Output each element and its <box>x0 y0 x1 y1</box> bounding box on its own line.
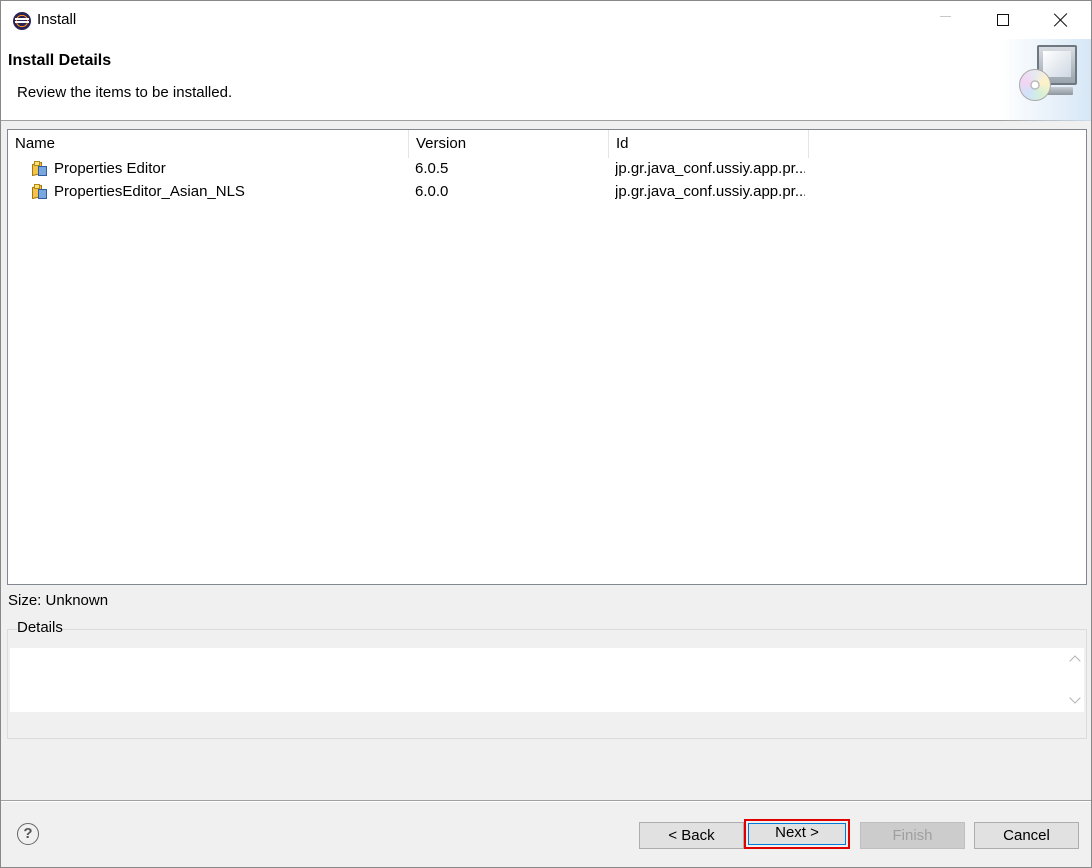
column-header-name[interactable]: Name <box>8 130 409 158</box>
cancel-button[interactable]: Cancel <box>974 822 1079 849</box>
wizard-header: Install Details Review the items to be i… <box>1 39 1091 121</box>
eclipse-icon <box>13 12 31 30</box>
feature-icon <box>32 161 48 177</box>
table-header: Name Version Id <box>8 130 1086 158</box>
close-icon <box>1054 13 1068 27</box>
install-items-table[interactable]: Name Version Id Properties Editor 6.0.5 … <box>7 129 1087 585</box>
size-label: Size: Unknown <box>8 592 109 609</box>
back-button[interactable]: < Back <box>639 822 744 849</box>
minimize-icon <box>939 15 951 17</box>
item-name: Properties Editor <box>54 160 166 177</box>
install-dialog: Install Install Details Review the items… <box>0 0 1092 868</box>
footer-separator <box>1 800 1091 801</box>
scroll-down-button[interactable] <box>1067 692 1083 708</box>
column-header-version[interactable]: Version <box>409 130 609 158</box>
item-name: PropertiesEditor_Asian_NLS <box>54 183 245 200</box>
page-description: Review the items to be installed. <box>17 84 233 101</box>
window-title: Install <box>37 11 77 28</box>
page-title: Install Details <box>8 52 112 69</box>
item-version: 6.0.0 <box>415 183 449 200</box>
details-text-area[interactable] <box>10 648 1084 712</box>
table-row[interactable]: Properties Editor 6.0.5 jp.gr.java_conf.… <box>8 157 1086 180</box>
maximize-icon <box>997 14 1009 26</box>
close-button[interactable] <box>1032 1 1090 39</box>
details-label: Details <box>17 619 63 636</box>
next-button[interactable]: Next > <box>744 819 850 849</box>
maximize-button[interactable] <box>974 1 1032 39</box>
item-version: 6.0.5 <box>415 160 449 177</box>
minimize-button[interactable] <box>916 1 974 39</box>
install-computer-icon <box>1015 43 1091 105</box>
chevron-down-icon <box>1069 692 1081 704</box>
finish-button: Finish <box>860 822 965 849</box>
help-icon[interactable]: ? <box>17 823 39 845</box>
column-header-id[interactable]: Id <box>609 130 809 158</box>
chevron-up-icon <box>1069 655 1081 667</box>
feature-icon <box>32 184 48 200</box>
item-id: jp.gr.java_conf.ussiy.app.pr... <box>615 183 805 200</box>
title-bar: Install <box>1 1 1091 39</box>
table-row[interactable]: PropertiesEditor_Asian_NLS 6.0.0 jp.gr.j… <box>8 180 1086 203</box>
item-id: jp.gr.java_conf.ussiy.app.pr... <box>615 160 805 177</box>
scroll-up-button[interactable] <box>1067 651 1083 667</box>
details-group: Details <box>7 619 1087 739</box>
cd-icon <box>1019 69 1051 101</box>
